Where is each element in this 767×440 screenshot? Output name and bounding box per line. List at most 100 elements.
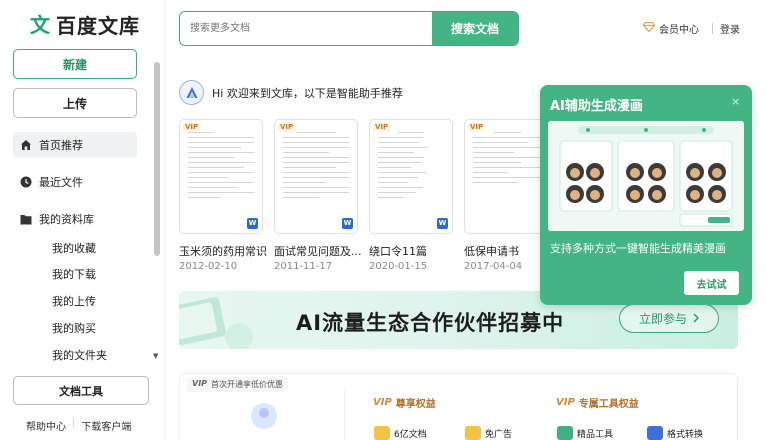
doc-preview xyxy=(473,132,542,219)
perk-item: 免广告 xyxy=(465,426,512,440)
word-file-icon: W xyxy=(342,218,353,229)
vip-mark: VIP xyxy=(373,397,392,408)
close-icon[interactable]: × xyxy=(731,95,740,108)
new-button[interactable]: 新建 xyxy=(13,49,137,79)
doc-card[interactable]: VIP W xyxy=(274,119,358,234)
tool-perks-label: 专属工具权益 xyxy=(578,399,639,410)
comic-face-icon xyxy=(586,163,604,181)
vip-tag-text: 首次开通享低价优惠 xyxy=(211,380,284,389)
doc-title[interactable]: 面试常见问题及... xyxy=(274,243,364,259)
member-center-label: 会员中心 xyxy=(659,25,699,36)
doc-preview xyxy=(188,132,254,219)
comic-face-icon xyxy=(626,185,644,203)
comic-face-icon xyxy=(626,163,644,181)
member-center-link[interactable]: 会员中心 xyxy=(642,21,699,36)
vip-mark: VIP xyxy=(556,397,575,408)
doc-tools-button[interactable]: 文档工具 xyxy=(13,376,149,405)
doc-date: 2011-11-17 xyxy=(274,261,333,272)
perk-label: 格式转换 xyxy=(667,429,704,440)
join-now-button[interactable]: 立即参与 xyxy=(619,304,719,333)
ai-comic-popup: AI辅助生成漫画 × 支持多种方式一键智能生成精美漫画 去试试 xyxy=(540,85,752,305)
vip-badge: VIP xyxy=(183,123,201,131)
diamond-icon xyxy=(642,21,656,35)
home-icon xyxy=(13,139,39,151)
doc-date: 2017-04-04 xyxy=(464,261,523,272)
comic-preview-image xyxy=(548,121,744,231)
format-convert-icon xyxy=(647,426,663,440)
comic-face-icon xyxy=(686,185,704,203)
sidebar-sub-folders[interactable]: 我的文件夹 xyxy=(52,347,107,363)
document-stack-icon xyxy=(374,426,390,440)
word-file-icon: W xyxy=(247,218,258,229)
sidebar-sub-favorites[interactable]: 我的收藏 xyxy=(52,240,96,256)
help-center-link[interactable]: 帮助中心 xyxy=(26,418,66,433)
vip-badge: VIP xyxy=(373,123,391,131)
chevron-right-icon xyxy=(693,312,699,326)
vip-promo-tag[interactable]: VIP 首次开通享低价优惠 xyxy=(187,377,289,392)
comic-face-icon xyxy=(648,185,666,203)
vip-badge: VIP xyxy=(278,123,296,131)
sidebar-sub-purchases[interactable]: 我的购买 xyxy=(52,320,96,336)
doc-card[interactable]: VIP W xyxy=(179,119,263,234)
comic-face-icon xyxy=(566,163,584,181)
exclusive-perks-label: 尊享权益 xyxy=(395,399,436,410)
banner-text: AI流量生态合作伙伴招募中 xyxy=(296,311,565,335)
logo-mark: 文 xyxy=(28,12,52,37)
word-file-icon: W xyxy=(437,218,448,229)
logo-text: 百度文库 xyxy=(56,14,140,38)
clock-icon xyxy=(13,176,39,188)
doc-preview xyxy=(283,132,349,219)
scroll-down-arrow-icon[interactable]: ▼ xyxy=(153,352,158,360)
doc-date: 2012-02-10 xyxy=(179,261,238,272)
perk-item: 精品工具 xyxy=(557,426,613,440)
greeting-text: Hi 欢迎来到文库，以下是智能助手推荐 xyxy=(212,86,403,100)
ai-greeting: Hi 欢迎来到文库，以下是智能助手推荐 xyxy=(179,80,403,105)
sidebar-item-label: 我的资料库 xyxy=(39,213,94,226)
comic-face-icon xyxy=(648,163,666,181)
doc-card[interactable]: VIP xyxy=(464,119,542,234)
doc-title[interactable]: 玉米须的药用常识 xyxy=(179,243,269,259)
logo[interactable]: 文 百度文库 xyxy=(28,10,140,39)
sidebar-item-recent[interactable]: 最近文件 xyxy=(13,169,137,195)
tool-perks-heading: VIP 专属工具权益 xyxy=(556,395,639,410)
comic-face-icon xyxy=(566,185,584,203)
upload-button[interactable]: 上传 xyxy=(13,88,137,118)
comic-face-icon xyxy=(708,163,726,181)
sidebar-item-label: 首页推荐 xyxy=(39,139,83,152)
perk-item: 6亿文档 xyxy=(374,426,427,440)
doc-title[interactable]: 低保申请书 xyxy=(464,243,538,259)
sidebar-item-home[interactable]: 首页推荐 xyxy=(13,132,137,158)
vip-tag-prefix: VIP xyxy=(192,379,208,388)
ai-assistant-icon[interactable] xyxy=(179,80,204,105)
comic-face-icon xyxy=(708,185,726,203)
download-client-link[interactable]: 下载客户端 xyxy=(81,418,131,433)
vip-divider xyxy=(344,390,345,440)
doc-date: 2020-01-15 xyxy=(369,261,428,272)
sidebar-item-library[interactable]: 我的资料库 xyxy=(13,206,137,232)
login-link[interactable]: 登录 xyxy=(720,21,740,36)
doc-title[interactable]: 绕口令11篇 xyxy=(369,243,459,259)
sidebar-item-label: 最近文件 xyxy=(39,176,83,189)
doc-card[interactable]: VIP W xyxy=(369,119,453,234)
sidebar-sub-uploads[interactable]: 我的上传 xyxy=(52,293,96,309)
no-ads-icon xyxy=(465,426,481,440)
popup-title: AI辅助生成漫画 xyxy=(550,99,643,114)
search-button[interactable]: 搜索文档 xyxy=(432,12,518,45)
header-divider xyxy=(712,23,713,34)
folder-icon xyxy=(13,214,39,225)
sidebar-sub-downloads[interactable]: 我的下载 xyxy=(52,266,96,282)
doc-preview xyxy=(378,132,444,219)
exclusive-perks-heading: VIP 尊享权益 xyxy=(373,395,436,410)
sidebar-footer: 帮助中心 | 下载客户端 xyxy=(26,418,131,433)
user-avatar[interactable] xyxy=(251,403,277,429)
sidebar-scrollbar-thumb[interactable] xyxy=(154,62,160,256)
toolbox-icon xyxy=(557,426,573,440)
try-it-button[interactable]: 去试试 xyxy=(684,271,739,295)
search-input[interactable] xyxy=(180,12,432,45)
comic-face-icon xyxy=(686,163,704,181)
footer-divider: | xyxy=(72,418,76,429)
perk-label: 免广告 xyxy=(485,429,513,440)
comic-face-icon xyxy=(586,185,604,203)
join-now-label: 立即参与 xyxy=(638,312,687,326)
perk-label: 精品工具 xyxy=(577,429,614,440)
